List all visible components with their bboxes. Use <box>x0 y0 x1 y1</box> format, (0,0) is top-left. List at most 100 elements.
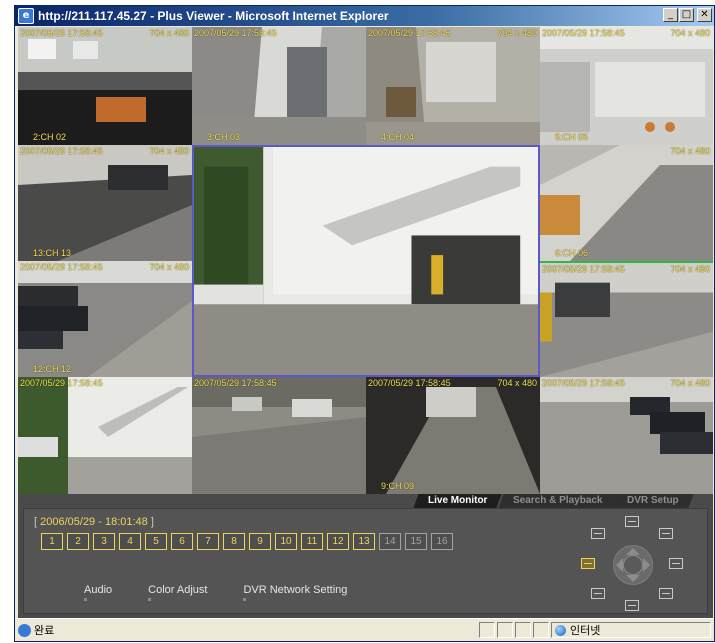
color-adjust-link[interactable]: Color Adjust <box>148 584 207 601</box>
layout-6-icon[interactable] <box>669 558 683 569</box>
browser-window: e http://211.117.45.27 - Plus Viewer - M… <box>14 5 715 642</box>
ptz-right-icon[interactable] <box>643 558 650 572</box>
camera-tile-ch07[interactable]: 2007/05/29 17:58:45 704 x 480 <box>540 261 713 377</box>
dvr-network-setting-link[interactable]: DVR Network Setting <box>243 584 347 601</box>
security-zone: 인터넷 <box>551 622 711 638</box>
tile-channel-label: 5:CH 05 <box>555 132 589 142</box>
settings-links: Audio Color Adjust DVR Network Setting <box>84 584 347 601</box>
tile-timestamp: 2007/05/29 17:58:45 <box>542 378 625 388</box>
tile-timestamp: 2007/05/29 17:58:45 <box>194 378 277 388</box>
page-done-icon <box>18 623 31 637</box>
tab-dvr-setup[interactable]: DVR Setup <box>612 494 694 508</box>
channel-button-7[interactable]: 7 <box>197 533 219 550</box>
layout-16-icon[interactable] <box>581 558 595 569</box>
tile-timestamp: 2007/05/29 17:58:45 <box>20 146 103 156</box>
tile-channel-label: 12:CH 12 <box>33 364 72 374</box>
ptz-center-button[interactable] <box>623 555 643 575</box>
tile-resolution: 704 x 480 <box>149 262 189 272</box>
camera-tile-ch05[interactable]: 2007/05/29 17:58:45 704 x 480 5:CH 05 <box>540 27 713 145</box>
status-cell <box>515 622 531 638</box>
camera-grid: 2007/05/29 17:58:45 704 x 480 2:CH 02 20… <box>18 27 713 494</box>
layout-9-icon[interactable] <box>659 528 673 539</box>
layout-8-icon[interactable] <box>591 588 605 599</box>
tab-label: Search & Playback <box>512 495 603 506</box>
tile-resolution: 704 x 480 <box>149 146 189 156</box>
channel-button-15[interactable]: 15 <box>405 533 427 550</box>
channel-button-2[interactable]: 2 <box>67 533 89 550</box>
channel-button-12[interactable]: 12 <box>327 533 349 550</box>
minimize-button[interactable]: _ <box>663 8 678 22</box>
tab-search-playback[interactable]: Search & Playback <box>498 494 617 508</box>
channel-button-16[interactable]: 16 <box>431 533 453 550</box>
channel-button-6[interactable]: 6 <box>171 533 193 550</box>
tile-timestamp: 2007/05/29 17:58:45 <box>20 262 103 272</box>
clock-bracket-close: ] <box>150 516 154 528</box>
tile-channel-label: 2:CH 02 <box>33 132 67 142</box>
camera-feed <box>18 377 192 494</box>
camera-tile-ch08[interactable]: 2007/05/29 17:58:45 704 x 480 <box>540 377 713 494</box>
layout-single-icon[interactable] <box>625 516 639 527</box>
camera-tile-ch11[interactable]: 2007/05/29 17:58:45 <box>18 377 192 494</box>
camera-tile-ch03[interactable]: 2007/05/29 17:58:45 3:CH 03 <box>192 27 366 145</box>
tile-timestamp: 2007/05/29 17:58:45 <box>194 28 277 38</box>
channel-button-13[interactable]: 13 <box>353 533 375 550</box>
status-cell <box>479 622 495 638</box>
clock-display: [ 2006/05/29 - 18:01:48 ] <box>34 516 154 528</box>
tile-resolution: 704 x 480 <box>497 28 537 38</box>
ptz-left-icon[interactable] <box>616 558 623 572</box>
tile-timestamp: 2007/05/29 17:58:45 <box>368 28 451 38</box>
tile-timestamp: 2007/05/29 17:58:45 <box>368 378 451 388</box>
tile-timestamp: 2007/05/29 17:58:45 <box>20 28 103 38</box>
tab-bar: Live Monitor Search & Playback DVR Setup <box>413 494 694 508</box>
tile-channel-label: 9:CH 09 <box>381 481 415 491</box>
camera-tile-ch13[interactable]: 2007/05/29 17:58:45 704 x 480 13:CH 13 <box>18 145 192 261</box>
tab-live-monitor[interactable]: Live Monitor <box>413 494 503 508</box>
channel-button-1[interactable]: 1 <box>41 533 63 550</box>
tile-resolution: 704 x 480 <box>670 28 710 38</box>
tile-resolution: 704 x 480 <box>670 378 710 388</box>
camera-tile-ch06[interactable]: 704 x 480 6:CH 06 <box>540 145 713 261</box>
channel-button-5[interactable]: 5 <box>145 533 167 550</box>
camera-feed <box>18 145 192 261</box>
clock-value: 2006/05/29 - 18:01:48 <box>40 516 148 528</box>
tile-channel-label: 13:CH 13 <box>33 248 72 258</box>
camera-feed <box>18 261 192 377</box>
window-title: http://211.117.45.27 - Plus Viewer - Mic… <box>38 9 389 23</box>
status-cell <box>497 622 513 638</box>
camera-feed <box>18 27 192 145</box>
camera-tile-ch01-selected[interactable] <box>192 145 540 377</box>
restore-button[interactable]: □ <box>679 8 694 22</box>
channel-button-3[interactable]: 3 <box>93 533 115 550</box>
channel-button-4[interactable]: 4 <box>119 533 141 550</box>
channel-button-11[interactable]: 11 <box>301 533 323 550</box>
camera-feed <box>540 27 713 145</box>
channel-button-14[interactable]: 14 <box>379 533 401 550</box>
layout-13-icon[interactable] <box>625 600 639 611</box>
ptz-up-icon[interactable] <box>626 548 640 555</box>
camera-tile-ch12[interactable]: 2007/05/29 17:58:45 704 x 480 12:CH 12 <box>18 261 192 377</box>
layout-10-icon[interactable] <box>659 588 673 599</box>
camera-tile-ch09[interactable]: 2007/05/29 17:58:45 704 x 480 9:CH 09 <box>366 377 540 494</box>
channel-button-10[interactable]: 10 <box>275 533 297 550</box>
ptz-dial <box>613 545 653 585</box>
live-monitor-panel: [ 2006/05/29 - 18:01:48 ] 1 2 3 4 5 6 7 … <box>23 508 708 614</box>
channel-button-9[interactable]: 9 <box>249 533 271 550</box>
channel-button-8[interactable]: 8 <box>223 533 245 550</box>
camera-tile-ch10[interactable]: 2007/05/29 17:58:45 <box>192 377 366 494</box>
close-button[interactable]: ✕ <box>697 8 712 22</box>
channel-buttons: 1 2 3 4 5 6 7 8 9 10 11 12 13 14 15 16 <box>41 533 453 550</box>
ptz-layout-control <box>571 516 691 614</box>
camera-tile-ch02[interactable]: 2007/05/29 17:58:45 704 x 480 2:CH 02 <box>18 27 192 145</box>
window-controls: _ □ ✕ <box>663 8 712 22</box>
camera-feed <box>540 377 713 494</box>
tile-resolution: 704 x 480 <box>670 146 710 156</box>
tile-channel-label: 4:CH 04 <box>381 132 415 142</box>
tab-label: Live Monitor <box>428 495 488 506</box>
ptz-down-icon[interactable] <box>626 575 640 582</box>
audio-link[interactable]: Audio <box>84 584 112 601</box>
layout-4-icon[interactable] <box>591 528 605 539</box>
tile-resolution: 704 x 480 <box>670 264 710 274</box>
camera-tile-ch04[interactable]: 2007/05/29 17:58:45 704 x 480 4:CH 04 <box>366 27 540 145</box>
title-bar[interactable]: e http://211.117.45.27 - Plus Viewer - M… <box>15 6 714 26</box>
status-cell <box>533 622 549 638</box>
